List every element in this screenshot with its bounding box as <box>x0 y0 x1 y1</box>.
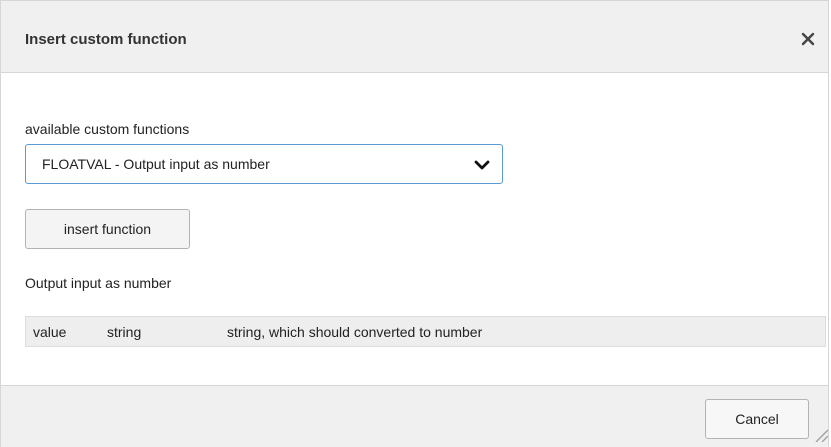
dialog-header: Insert custom function <box>1 0 828 73</box>
insert-custom-function-dialog: Insert custom function available custom … <box>0 0 829 447</box>
functions-label: available custom functions <box>25 121 190 137</box>
parameter-name: value <box>33 324 67 340</box>
parameter-type: string <box>107 324 142 340</box>
parameter-row: value string string, which should conver… <box>25 316 826 347</box>
insert-function-button[interactable]: insert function <box>25 209 190 249</box>
function-description: Output input as number <box>25 275 172 291</box>
cancel-button[interactable]: Cancel <box>705 399 809 439</box>
dialog-title: Insert custom function <box>25 31 187 48</box>
dialog-footer: Cancel <box>1 385 829 447</box>
chevron-down-icon <box>474 158 490 176</box>
selected-function: FLOATVAL - Output input as number <box>42 156 270 172</box>
custom-function-select[interactable]: FLOATVAL - Output input as number <box>25 144 503 184</box>
resize-grip-icon[interactable] <box>814 428 829 447</box>
parameter-description: string, which should converted to number <box>227 324 483 340</box>
close-icon[interactable] <box>798 29 818 49</box>
dialog-body: available custom functions FLOATVAL - Ou… <box>1 73 828 385</box>
